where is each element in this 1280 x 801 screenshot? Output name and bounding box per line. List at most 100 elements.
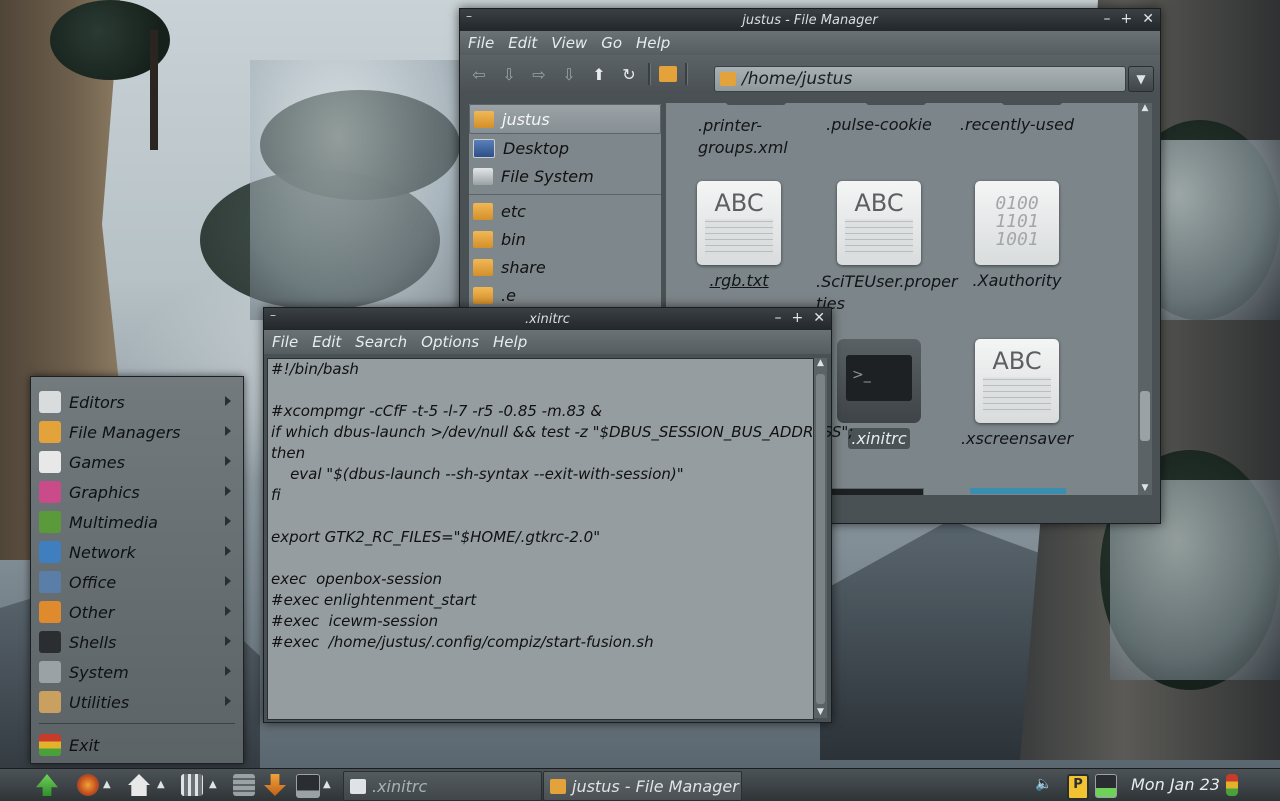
- menu-file[interactable]: File: [272, 333, 298, 351]
- minimize-button[interactable]: –: [775, 310, 782, 326]
- task-button-file-manager[interactable]: justus - File Manager: [543, 771, 742, 801]
- file-name: .xinitrc: [848, 428, 910, 449]
- file-item[interactable]: .recently-used: [942, 115, 1092, 134]
- clock[interactable]: Mon Jan 23: [1131, 775, 1220, 794]
- sidebar-item-label: .e: [501, 285, 516, 305]
- minimize-button[interactable]: –: [1104, 11, 1111, 27]
- dice-icon: [39, 451, 61, 473]
- launcher-up-arrow-icon[interactable]: ▲: [103, 779, 113, 791]
- folder-icon: [39, 421, 61, 443]
- location-path: /home/justus: [742, 69, 853, 89]
- menu-options[interactable]: Options: [421, 333, 479, 351]
- reload-icon[interactable]: ↻: [618, 65, 640, 84]
- editor-titlebar[interactable]: – .xinitrc – + ✕: [264, 308, 831, 330]
- home-icon[interactable]: [128, 774, 150, 796]
- file-item[interactable]: ABC .SciTEUser.proper ties: [804, 181, 958, 315]
- fm-title: justus - File Manager: [742, 12, 878, 28]
- menu-item-office[interactable]: Office: [31, 567, 243, 597]
- home-folder-icon: [720, 72, 736, 86]
- submenu-arrow-icon: [225, 486, 231, 496]
- fm-titlebar[interactable]: – justus - File Manager – + ✕: [460, 9, 1160, 31]
- menu-item-utilities[interactable]: Utilities: [31, 687, 243, 717]
- submenu-arrow-icon: [225, 636, 231, 646]
- calculator-icon[interactable]: [233, 774, 255, 796]
- menu-item-label: Network: [69, 542, 136, 562]
- file-item[interactable]: .printer-groups.xml: [666, 115, 806, 159]
- submenu-arrow-icon: [225, 516, 231, 526]
- location-dropdown-button[interactable]: ▼: [1128, 66, 1154, 92]
- close-button[interactable]: ✕: [1142, 11, 1154, 27]
- maximize-button[interactable]: +: [1121, 11, 1133, 27]
- up-icon[interactable]: ⬆: [588, 65, 610, 84]
- maximize-button[interactable]: +: [792, 310, 804, 326]
- menu-item-network[interactable]: Network: [31, 537, 243, 567]
- forward-dropdown-icon[interactable]: ⇩: [558, 65, 580, 84]
- sidebar-item-desktop[interactable]: Desktop: [469, 134, 661, 162]
- back-icon[interactable]: ⇦: [468, 65, 490, 84]
- menu-file[interactable]: File: [468, 34, 494, 52]
- back-dropdown-icon[interactable]: ⇩: [498, 65, 520, 84]
- file-name: .Xauthority: [972, 271, 1062, 290]
- launcher-up-arrow-icon[interactable]: ▲: [157, 779, 167, 791]
- sidebar-item-etc[interactable]: etc: [469, 197, 661, 225]
- parking-applet-icon[interactable]: P: [1067, 774, 1089, 800]
- menu-edit[interactable]: Edit: [508, 34, 537, 52]
- task-button-editor[interactable]: .xinitrc: [343, 771, 542, 801]
- close-button[interactable]: ✕: [813, 310, 825, 326]
- traffic-light-icon: [39, 734, 61, 756]
- sidebar-item-filesystem[interactable]: File System: [469, 162, 661, 190]
- menu-item-multimedia[interactable]: Multimedia: [31, 507, 243, 537]
- location-bar[interactable]: /home/justus: [714, 66, 1126, 92]
- menu-item-system[interactable]: System: [31, 657, 243, 687]
- launcher-up-arrow-icon[interactable]: ▲: [323, 779, 333, 791]
- sidebar-item-justus[interactable]: justus: [469, 104, 661, 134]
- fm-vertical-scrollbar[interactable]: ▲ ▼: [1138, 103, 1152, 495]
- launcher-up-arrow-icon[interactable]: ▲: [209, 779, 219, 791]
- volume-icon[interactable]: 🔈: [1035, 776, 1052, 798]
- sidebar-item-label: Desktop: [503, 138, 569, 158]
- menu-view[interactable]: View: [551, 34, 587, 52]
- file-item[interactable]: ABC .rgb.txt: [666, 181, 814, 290]
- forward-icon[interactable]: ⇨: [528, 65, 550, 84]
- monitor-icon[interactable]: [296, 774, 320, 798]
- terminal-icon: [39, 631, 61, 653]
- home-icon[interactable]: [659, 66, 677, 82]
- menu-item-editors[interactable]: Editors: [31, 387, 243, 417]
- mixer-icon[interactable]: [181, 774, 203, 796]
- sidebar-item-e[interactable]: .e: [469, 281, 661, 309]
- binary-file-icon: 0100 1101 1001: [975, 181, 1059, 265]
- scrollbar-thumb[interactable]: [1140, 391, 1150, 441]
- editor-text-area[interactable]: #!/bin/bash #xcompmgr -cCfF -t-5 -l-7 -r…: [267, 358, 853, 720]
- system-icon: [39, 661, 61, 683]
- menu-go[interactable]: Go: [601, 34, 622, 52]
- menu-item-games[interactable]: Games: [31, 447, 243, 477]
- sidebar-item-bin[interactable]: bin: [469, 225, 661, 253]
- file-item[interactable]: ABC .xscreensaver: [942, 339, 1092, 448]
- menu-help[interactable]: Help: [493, 333, 527, 351]
- menu-item-label: Office: [69, 572, 117, 592]
- menu-edit[interactable]: Edit: [312, 333, 341, 351]
- menu-item-file-managers[interactable]: File Managers: [31, 417, 243, 447]
- submenu-arrow-icon: [225, 696, 231, 706]
- menu-search[interactable]: Search: [355, 333, 407, 351]
- window-menu-icon[interactable]: –: [270, 308, 276, 322]
- menu-item-shells[interactable]: Shells: [31, 627, 243, 657]
- file-item[interactable]: 0100 1101 1001 .Xauthority: [942, 181, 1092, 290]
- menu-item-label: Utilities: [69, 692, 130, 712]
- firefox-icon[interactable]: [77, 774, 99, 796]
- editor-content: #!/bin/bash #xcompmgr -cCfF -t-5 -l-7 -r…: [271, 360, 854, 651]
- traffic-light-icon[interactable]: [1226, 774, 1238, 796]
- sidebar-item-share[interactable]: share: [469, 253, 661, 281]
- menu-launcher-icon[interactable]: [36, 774, 58, 796]
- menu-help[interactable]: Help: [636, 34, 670, 52]
- file-item[interactable]: .pulse-cookie: [804, 115, 954, 134]
- menu-item-graphics[interactable]: Graphics: [31, 477, 243, 507]
- network-monitor-icon[interactable]: [1095, 774, 1117, 798]
- menu-item-other[interactable]: Other: [31, 597, 243, 627]
- editor-vertical-scrollbar[interactable]: ▲ ▼: [814, 358, 827, 718]
- window-menu-icon[interactable]: –: [466, 9, 472, 23]
- menu-item-exit[interactable]: Exit: [31, 730, 243, 760]
- scrollbar-thumb[interactable]: [816, 374, 825, 704]
- grid-icon: [39, 601, 61, 623]
- download-icon[interactable]: [264, 774, 286, 796]
